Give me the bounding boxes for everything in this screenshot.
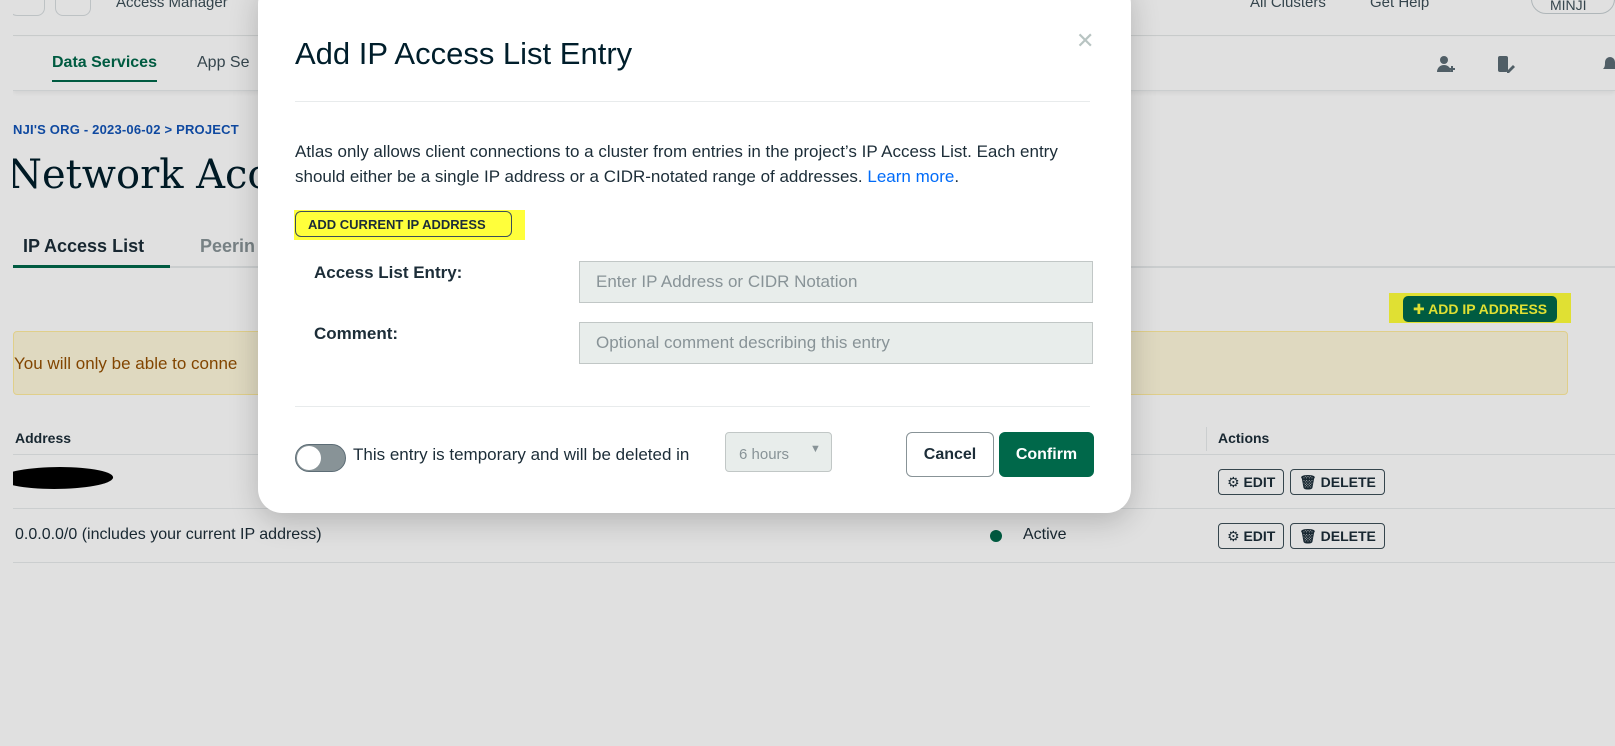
- cancel-button[interactable]: Cancel: [906, 432, 994, 477]
- comment-input[interactable]: [579, 322, 1093, 364]
- divider: [295, 406, 1090, 407]
- chevron-down-icon: ▼: [810, 443, 821, 455]
- access-entry-input[interactable]: [579, 261, 1093, 303]
- close-icon[interactable]: ✕: [1076, 28, 1094, 54]
- duration-value: 6 hours: [739, 446, 790, 463]
- add-ip-modal: Add IP Access List Entry ✕ Atlas only al…: [258, 0, 1131, 513]
- temporary-toggle[interactable]: [295, 444, 346, 472]
- comment-label: Comment:: [314, 324, 399, 343]
- duration-select[interactable]: 6 hours ▼: [725, 432, 832, 472]
- learn-more-link[interactable]: Learn more: [867, 167, 954, 186]
- confirm-button[interactable]: Confirm: [999, 432, 1094, 477]
- divider: [295, 101, 1090, 102]
- toggle-knob: [297, 446, 321, 470]
- temporary-text: This entry is temporary and will be dele…: [353, 445, 690, 464]
- add-current-ip-button[interactable]: ADD CURRENT IP ADDRESS: [295, 211, 512, 237]
- access-entry-label: Access List Entry:: [314, 263, 463, 282]
- modal-title: Add IP Access List Entry: [295, 36, 633, 71]
- modal-description: Atlas only allows client connections to …: [295, 142, 1058, 186]
